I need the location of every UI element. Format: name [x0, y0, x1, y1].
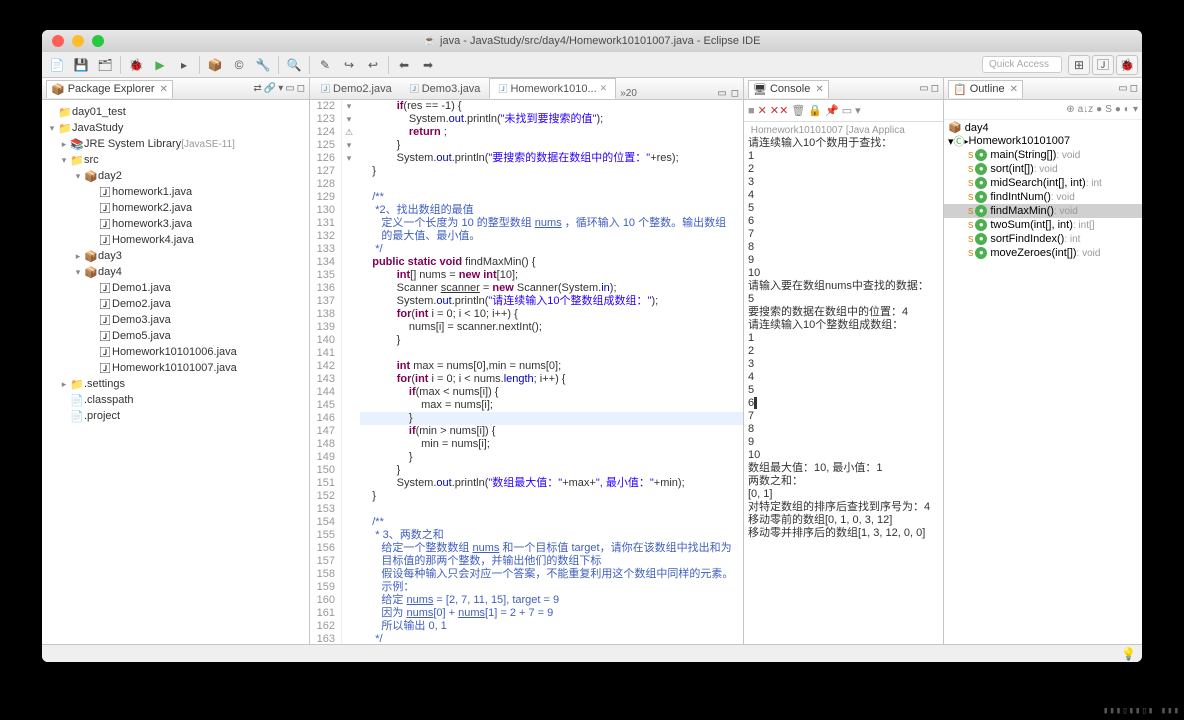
editor-tab[interactable]: Demo2.java [312, 78, 401, 99]
outline-method[interactable]: S●main(String[]) : void [944, 148, 1142, 162]
remove-all-icon[interactable]: ✕✕ [770, 104, 788, 117]
statusbar: 💡 [42, 644, 1142, 662]
tree-item[interactable]: ▸📦day3 [42, 248, 309, 264]
close-icon[interactable]: ✕ [815, 84, 823, 95]
tree-item[interactable]: 🄹homework1.java [42, 184, 309, 200]
tree-item[interactable]: 🄹Demo2.java [42, 296, 309, 312]
open-perspective-icon[interactable]: ⊞ [1068, 55, 1090, 75]
search-icon[interactable]: 🔍 [283, 55, 305, 75]
tree-item[interactable]: ▸📁.settings [42, 376, 309, 392]
window-title: java - JavaStudy/src/day4/Homework101010… [42, 35, 1142, 47]
outline-panel: 📋 Outline ✕ ▭ ◻ ⊕ a↓z ● S ● ◐ ▾ 📦 day4▾ … [944, 78, 1142, 644]
outline-class[interactable]: ▾ Ⓒ▸ Homework10101007 [944, 134, 1142, 148]
back-icon[interactable]: ⬅ [393, 55, 415, 75]
hide-static-icon[interactable]: S [1105, 104, 1112, 115]
main-toolbar: 📄 💾 🗂 🐞 ▶ ▸ 📦 © 🔧 🔍 ✎ ↪ ↩ ⬅ ➡ Quick Acce… [42, 52, 1142, 78]
maximize-icon[interactable]: ◻ [731, 88, 739, 99]
close-icon[interactable]: ✕ [600, 83, 608, 94]
eclipse-window: java - JavaStudy/src/day4/Homework101010… [42, 30, 1142, 662]
outline-method[interactable]: S●midSearch(int[], int) : int [944, 176, 1142, 190]
close-icon[interactable]: ✕ [160, 84, 168, 95]
hide-nonpublic-icon[interactable]: ● [1115, 104, 1121, 115]
tree-item[interactable]: ▾📁JavaStudy [42, 120, 309, 136]
tree-item[interactable]: 🄹homework3.java [42, 216, 309, 232]
tree-item[interactable]: ▾📦day2 [42, 168, 309, 184]
quick-access-input[interactable]: Quick Access [982, 56, 1062, 73]
hide-fields-icon[interactable]: ● [1096, 104, 1102, 115]
tree-item[interactable]: ▾📁src [42, 152, 309, 168]
maximize-icon[interactable]: ◻ [297, 83, 305, 94]
tree-item[interactable]: 🄹Demo3.java [42, 312, 309, 328]
display-selected-icon[interactable]: ▭ [842, 104, 852, 117]
view-menu-icon[interactable]: ▾ [1133, 104, 1138, 115]
scroll-lock-icon[interactable]: 🔒 [808, 104, 822, 117]
debug-icon[interactable]: 🐞 [125, 55, 147, 75]
code-editor[interactable]: if(res == -1) { System.out.println("未找到要… [356, 100, 743, 644]
outline-method[interactable]: S●moveZeroes(int[]) : void [944, 246, 1142, 260]
view-menu-icon[interactable]: ▾ [278, 83, 283, 94]
console-tab[interactable]: 🖥 Console ✕ [748, 80, 829, 98]
terminate-icon[interactable]: ■ [748, 105, 755, 117]
maximize-icon[interactable]: ◻ [931, 83, 939, 94]
outline-method[interactable]: S●sortFindIndex() : int [944, 232, 1142, 246]
tree-item[interactable]: 📁day01_test [42, 104, 309, 120]
debug-perspective-icon[interactable]: 🐞 [1116, 55, 1138, 75]
pin-console-icon[interactable]: 📌 [825, 104, 839, 117]
tree-item[interactable]: 📄.project [42, 408, 309, 424]
save-icon[interactable]: 💾 [70, 55, 92, 75]
editor-tab[interactable]: Homework1010... ✕ [489, 78, 616, 99]
sort-icon[interactable]: a↓z [1078, 104, 1094, 115]
toggle-mark-icon[interactable]: ✎ [314, 55, 336, 75]
tree-item[interactable]: 🄹Demo1.java [42, 280, 309, 296]
outline-method[interactable]: S●twoSum(int[], int) : int[] [944, 218, 1142, 232]
tree-item[interactable]: 🄹homework2.java [42, 200, 309, 216]
tree-item[interactable]: ▸📚JRE System Library [JavaSE-11] [42, 136, 309, 152]
new-class-icon[interactable]: © [228, 55, 250, 75]
package-explorer-tab[interactable]: 📦 Package Explorer ✕ [46, 80, 173, 98]
new-icon[interactable]: 📄 [46, 55, 68, 75]
outline-tab[interactable]: 📋 Outline ✕ [948, 80, 1023, 98]
tree-item[interactable]: 🄹Homework10101006.java [42, 344, 309, 360]
tree-item[interactable]: 🄹Homework4.java [42, 232, 309, 248]
clear-console-icon[interactable]: 🗑 [791, 104, 805, 117]
console-panel: 🖥 Console ✕ ▭ ◻ ■ ✕ ✕✕ 🗑 🔒 📌 ▭ ▾ Homewor… [744, 78, 944, 644]
outline-package[interactable]: 📦 day4 [944, 120, 1142, 134]
hide-local-icon[interactable]: ◐ [1124, 104, 1130, 115]
package-explorer-panel: 📦 Package Explorer ✕ ⇄ 🔗 ▾ ▭ ◻ 📁day01_te… [42, 78, 310, 644]
outline-method[interactable]: S●findIntNum() : void [944, 190, 1142, 204]
collapse-all-icon[interactable]: ⇄ [253, 83, 261, 94]
close-icon[interactable]: ✕ [1010, 84, 1018, 95]
more-tabs[interactable]: »20 [620, 88, 637, 99]
watermark: ▮▮▮▯▮▮▯▮ ▮▮▮ [1103, 706, 1180, 716]
tree-item[interactable]: 🄹Homework10101007.java [42, 360, 309, 376]
forward-icon[interactable]: ➡ [417, 55, 439, 75]
titlebar: java - JavaStudy/src/day4/Homework101010… [42, 30, 1142, 52]
tree-item[interactable]: 🄹Demo5.java [42, 328, 309, 344]
open-type-icon[interactable]: 🔧 [252, 55, 274, 75]
outline-method[interactable]: S●findMaxMin() : void [944, 204, 1142, 218]
save-all-icon[interactable]: 🗂 [94, 55, 116, 75]
minimize-icon[interactable]: ▭ [285, 83, 294, 94]
tree-item[interactable]: 📄.classpath [42, 392, 309, 408]
new-package-icon[interactable]: 📦 [204, 55, 226, 75]
minimize-icon[interactable]: ▭ [1118, 83, 1127, 94]
editor-tab[interactable]: Demo3.java [401, 78, 490, 99]
java-perspective-icon[interactable]: 🄹 [1092, 55, 1114, 75]
minimize-icon[interactable]: ▭ [919, 83, 928, 94]
remove-launch-icon[interactable]: ✕ [758, 104, 767, 117]
link-editor-icon[interactable]: 🔗 [264, 83, 276, 94]
open-console-icon[interactable]: ▾ [855, 104, 861, 117]
run-icon[interactable]: ▶ [149, 55, 171, 75]
next-annotation-icon[interactable]: ↪ [338, 55, 360, 75]
minimize-icon[interactable]: ▭ [717, 88, 726, 99]
editor-tabs: Demo2.javaDemo3.javaHomework1010... ✕ »20… [310, 78, 743, 100]
tip-icon[interactable]: 💡 [1121, 647, 1136, 661]
focus-icon[interactable]: ⊕ [1066, 104, 1074, 115]
prev-annotation-icon[interactable]: ↩ [362, 55, 384, 75]
tree-item[interactable]: ▾📦day4 [42, 264, 309, 280]
outline-method[interactable]: S●sort(int[]) : void [944, 162, 1142, 176]
run-last-icon[interactable]: ▸ [173, 55, 195, 75]
maximize-icon[interactable]: ◻ [1130, 83, 1138, 94]
editor-panel: Demo2.javaDemo3.javaHomework1010... ✕ »20… [310, 78, 744, 644]
